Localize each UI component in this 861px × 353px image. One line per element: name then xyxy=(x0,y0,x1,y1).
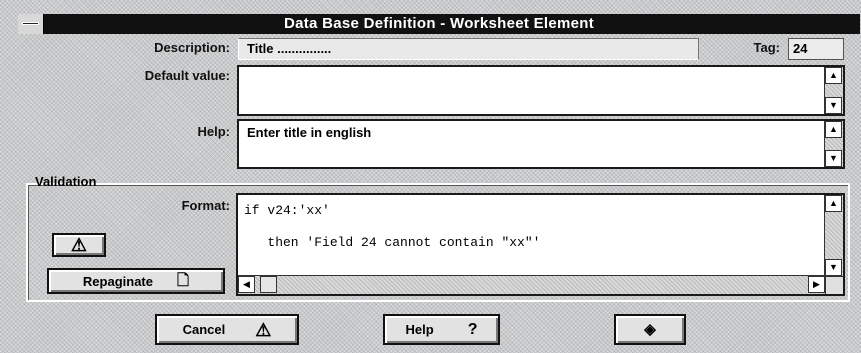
scroll-corner xyxy=(825,276,843,294)
default-value-field[interactable]: ▲ ▼ xyxy=(237,65,845,116)
description-field[interactable]: Title ............... xyxy=(238,38,699,60)
repaginate-label: Repaginate xyxy=(82,273,153,289)
help-button-label: Help xyxy=(405,322,434,337)
warning-triangle-icon: ⚠ xyxy=(70,235,88,255)
diamond-icon: ◈ xyxy=(644,320,656,338)
repaginate-button[interactable]: Repaginate 🗋 xyxy=(47,268,225,294)
help-button[interactable]: Help ? xyxy=(383,314,500,345)
tag-label: Tag: xyxy=(753,40,780,55)
cancel-button[interactable]: Cancel ⚠ xyxy=(155,314,299,345)
description-label: Description: xyxy=(154,40,230,55)
format-editor[interactable]: if v24:'xx' then 'Field 24 cannot contai… xyxy=(236,193,845,296)
help-field[interactable]: Enter title in english ▲ ▼ xyxy=(237,119,845,169)
validation-group-title: Validation xyxy=(35,174,97,189)
scrollbar-thumb[interactable] xyxy=(260,276,277,293)
format-horizontal-scrollbar[interactable]: ◀ ▶ xyxy=(238,275,825,294)
tag-value: 24 xyxy=(793,41,808,56)
scroll-right-icon[interactable]: ▶ xyxy=(808,276,825,293)
help-scrollbar[interactable]: ▲ ▼ xyxy=(824,121,843,167)
scroll-up-icon[interactable]: ▲ xyxy=(825,121,842,138)
scroll-up-icon[interactable]: ▲ xyxy=(825,67,842,84)
format-label: Format: xyxy=(181,198,230,213)
help-text: Enter title in english xyxy=(247,125,372,140)
scroll-left-icon[interactable]: ◀ xyxy=(238,276,255,293)
window-titlebar[interactable]: Data Base Definition - Worksheet Element xyxy=(18,14,860,34)
tag-field[interactable]: 24 xyxy=(788,38,844,60)
system-menu-icon[interactable] xyxy=(18,14,44,34)
default-value-label: Default value: xyxy=(144,68,230,83)
warning-triangle-icon: ⚠ xyxy=(255,319,272,340)
format-vertical-scrollbar[interactable]: ▲ ▼ xyxy=(824,195,843,276)
scroll-down-icon[interactable]: ▼ xyxy=(825,259,842,276)
scroll-down-icon[interactable]: ▼ xyxy=(825,150,842,167)
cancel-label: Cancel xyxy=(182,322,226,337)
default-value-scrollbar[interactable]: ▲ ▼ xyxy=(824,67,843,114)
ok-button[interactable]: ◈ xyxy=(614,314,686,345)
page-icon: 🗋 xyxy=(177,272,190,289)
format-line-2: then 'Field 24 cannot contain "xx"' xyxy=(244,235,541,250)
scroll-down-icon[interactable]: ▼ xyxy=(825,97,842,114)
description-value: Title ............... xyxy=(247,41,332,56)
help-question-icon: ? xyxy=(467,320,478,338)
window-title: Data Base Definition - Worksheet Element xyxy=(283,15,595,32)
help-label: Help: xyxy=(197,124,231,139)
warning-button[interactable]: ⚠ xyxy=(52,233,106,257)
scroll-up-icon[interactable]: ▲ xyxy=(825,195,842,212)
format-line-1: if v24:'xx' xyxy=(244,203,330,218)
